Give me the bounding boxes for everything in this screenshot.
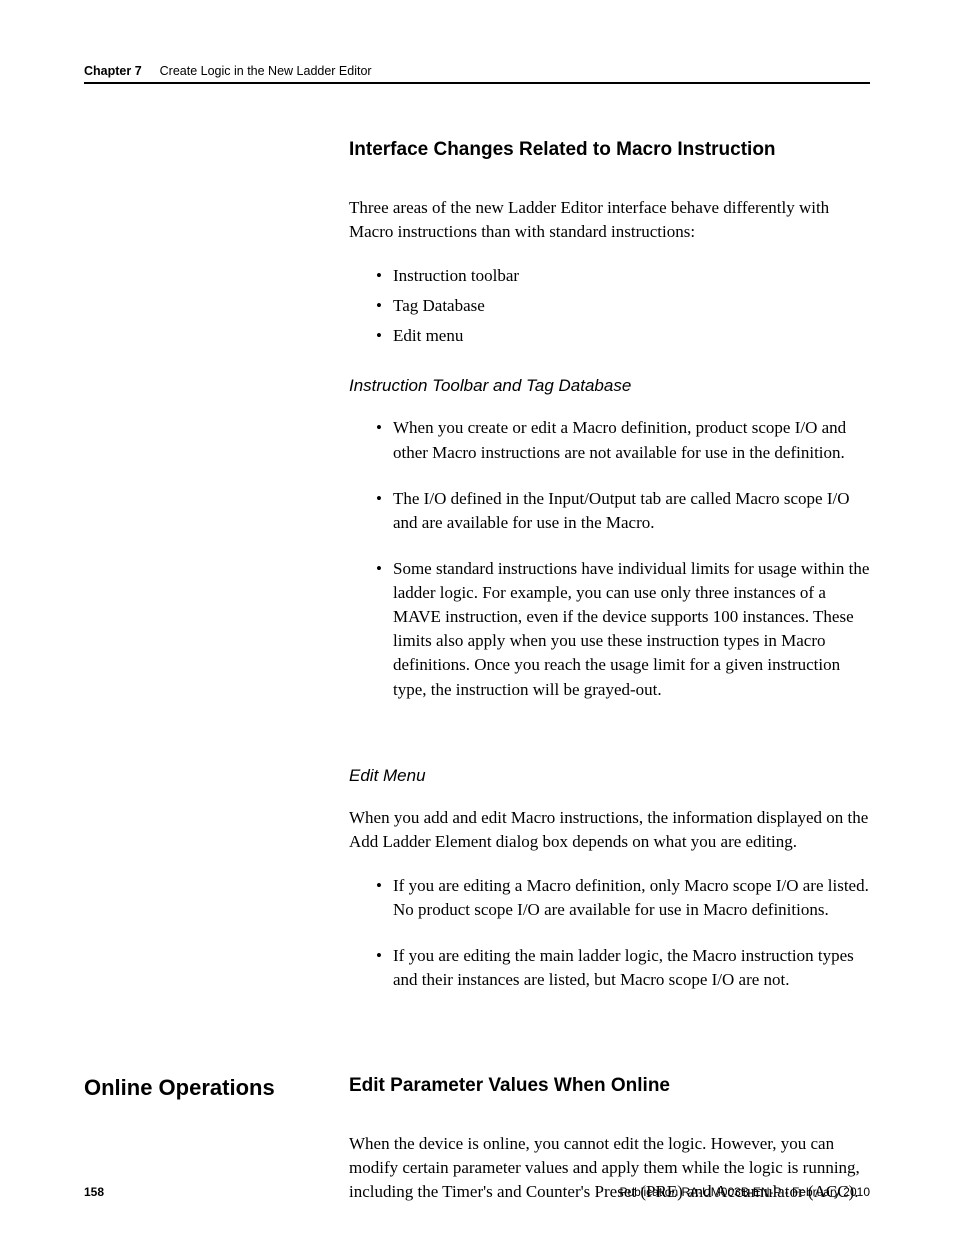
list-item: The I/O defined in the Input/Output tab …: [349, 487, 870, 535]
main-column: Edit Parameter Values When Online When t…: [349, 1074, 870, 1224]
sub2-bullets: If you are editing a Macro definition, o…: [349, 874, 870, 993]
main-column: Interface Changes Related to Macro Instr…: [349, 138, 870, 1020]
spacer: [84, 1020, 870, 1074]
list-item: Instruction toolbar: [349, 264, 870, 288]
content-columns: Interface Changes Related to Macro Instr…: [84, 138, 870, 1020]
left-margin-column: [84, 138, 319, 1020]
header-chapter: Chapter 7: [84, 64, 142, 78]
document-page: Chapter 7 Create Logic in the New Ladder…: [0, 0, 954, 1235]
list-item: Tag Database: [349, 294, 870, 318]
intro-paragraph: Three areas of the new Ladder Editor int…: [349, 196, 870, 244]
page-number: 158: [84, 1185, 104, 1199]
section-heading-edit-parameter: Edit Parameter Values When Online: [349, 1074, 870, 1098]
subheading-instruction-toolbar: Instruction Toolbar and Tag Database: [349, 376, 870, 396]
publication-info: Publication RA-UM003B-EN-P - February 20…: [619, 1185, 870, 1199]
running-header: Chapter 7 Create Logic in the New Ladder…: [84, 64, 870, 84]
spacer: [349, 730, 870, 762]
list-item: If you are editing a Macro definition, o…: [349, 874, 870, 922]
areas-list: Instruction toolbar Tag Database Edit me…: [349, 264, 870, 348]
list-item: Edit menu: [349, 324, 870, 348]
list-item: When you create or edit a Macro definiti…: [349, 416, 870, 464]
list-item: Some standard instructions have individu…: [349, 557, 870, 702]
subheading-edit-menu: Edit Menu: [349, 766, 870, 786]
content-columns-2: Online Operations Edit Parameter Values …: [84, 1074, 870, 1224]
left-margin-column: Online Operations: [84, 1074, 319, 1224]
section-heading-interface-changes: Interface Changes Related to Macro Instr…: [349, 138, 870, 162]
list-item: If you are editing the main ladder logic…: [349, 944, 870, 992]
side-heading-online-operations: Online Operations: [84, 1074, 319, 1102]
page-footer: 158 Publication RA-UM003B-EN-P - Februar…: [84, 1185, 870, 1199]
sub1-bullets: When you create or edit a Macro definiti…: [349, 416, 870, 701]
sub2-intro: When you add and edit Macro instructions…: [349, 806, 870, 854]
header-title: Create Logic in the New Ladder Editor: [160, 64, 372, 78]
